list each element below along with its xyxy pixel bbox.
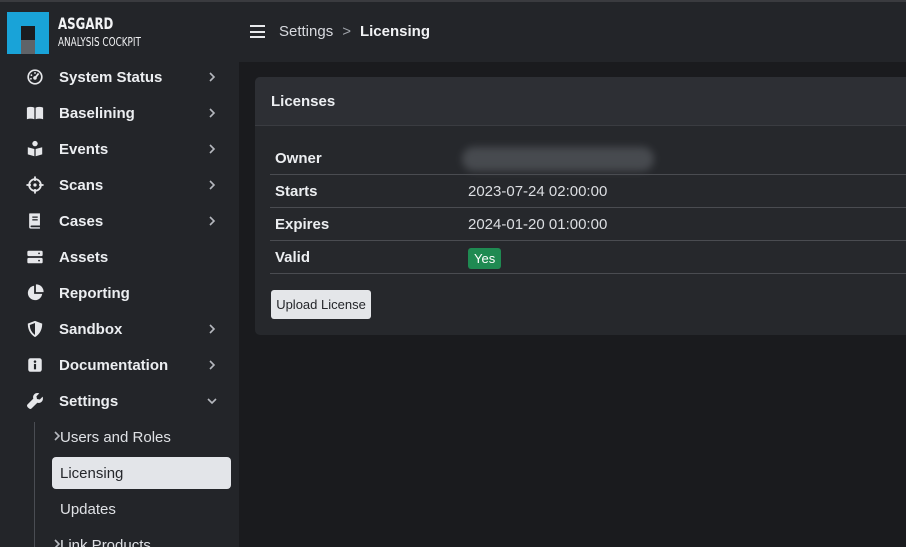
brand[interactable]: ASGARD ANALYSIS COCKPIT	[7, 12, 227, 54]
chevron-right-icon	[206, 143, 218, 155]
wrench-icon	[25, 391, 45, 411]
sidebar-item-sandbox[interactable]: Sandbox	[0, 311, 239, 347]
chevron-right-icon	[206, 107, 218, 119]
book-icon	[25, 103, 45, 123]
sidebar-item-label: Documentation	[59, 356, 169, 374]
sidebar-subitem-licensing[interactable]: Licensing	[52, 457, 231, 489]
sidebar-subitem-updates[interactable]: Updates	[52, 493, 231, 525]
chevron-right-icon	[206, 215, 218, 227]
sidebar-item-reporting[interactable]: Reporting	[0, 275, 239, 311]
breadcrumb-current: Licensing	[359, 23, 430, 40]
sidebar-subitem-users-and-roles[interactable]: Users and Roles	[52, 421, 231, 453]
sidebar-subitem-link-products[interactable]: Link Products	[52, 529, 231, 547]
sidebar-item-settings[interactable]: Settings	[0, 383, 239, 419]
sidebar-item-label: Settings	[59, 392, 119, 410]
chevron-right-icon	[206, 359, 218, 371]
asgard-logo	[7, 12, 49, 54]
sidebar-item-label: Events	[59, 140, 109, 158]
sidebar-item-documentation[interactable]: Documentation	[0, 347, 239, 383]
valid-status-badge: Yes	[468, 248, 502, 269]
breadcrumb-settings[interactable]: Settings	[279, 23, 333, 40]
shield-icon	[25, 319, 45, 339]
row-value: 2023-07-24 02:00:00	[468, 183, 608, 200]
sidebar-subitem-label: Updates	[60, 500, 116, 518]
sidebar-item-cases[interactable]: Cases	[0, 203, 239, 239]
chevron-right-icon	[206, 71, 218, 83]
sidebar-item-label: Reporting	[59, 284, 130, 302]
row-key: Valid	[275, 249, 311, 266]
row-key: Expires	[275, 216, 330, 233]
crosshairs-icon	[25, 175, 45, 195]
sidebar-item-label: Assets	[59, 248, 109, 266]
row-key: Owner	[275, 150, 322, 167]
chevron-right-icon	[206, 179, 218, 191]
sidebar-item-scans[interactable]: Scans	[0, 167, 239, 203]
sidebar-subitem-label: Licensing	[60, 464, 124, 482]
brand-title: ASGARD	[58, 14, 114, 33]
breadcrumb: Settings > Licensing	[279, 23, 430, 40]
info-icon	[25, 355, 45, 375]
sidebar-item-label: Sandbox	[59, 320, 123, 338]
row-key: Starts	[275, 183, 318, 200]
upload-license-button[interactable]: Upload License	[271, 290, 371, 319]
chevron-right-icon	[206, 323, 218, 335]
card-title: Licenses	[271, 93, 336, 110]
breadcrumb-separator: >	[342, 23, 351, 40]
server-icon	[25, 247, 45, 267]
pie-chart-icon	[25, 283, 45, 303]
sidebar-item-label: System Status	[59, 68, 163, 86]
reader-icon	[25, 139, 45, 159]
license-row-expires: Expires 2024-01-20 01:00:00	[270, 208, 906, 241]
sidebar-item-events[interactable]: Events	[0, 131, 239, 167]
sidebar-item-system-status[interactable]: System Status	[0, 59, 239, 95]
sidebar-subitem-label: Link Products	[60, 536, 151, 547]
sidebar-item-label: Cases	[59, 212, 104, 230]
sidebar-subitem-label: Users and Roles	[60, 428, 171, 446]
row-value: 2024-01-20 01:00:00	[468, 216, 608, 233]
settings-subtree-line	[34, 422, 35, 547]
chevron-down-icon	[206, 395, 218, 407]
sidebar-item-baselining[interactable]: Baselining	[0, 95, 239, 131]
menu-toggle-icon[interactable]	[250, 25, 265, 38]
gauge-icon	[25, 67, 45, 87]
sidebar-item-label: Baselining	[59, 104, 135, 122]
top-header: Settings > Licensing	[239, 2, 906, 62]
brand-subtitle: ANALYSIS COCKPIT	[58, 35, 141, 49]
owner-value-redacted	[462, 147, 654, 171]
card-header: Licenses	[255, 77, 906, 126]
sidebar-item-label: Scans	[59, 176, 104, 194]
sidebar: ASGARD ANALYSIS COCKPIT System Status Ba…	[0, 2, 239, 547]
sidebar-item-assets[interactable]: Assets	[0, 239, 239, 275]
license-row-starts: Starts 2023-07-24 02:00:00	[270, 175, 906, 208]
license-row-valid: Valid Yes	[270, 241, 906, 274]
license-row-owner: Owner	[270, 142, 906, 175]
notebook-icon	[25, 211, 45, 231]
